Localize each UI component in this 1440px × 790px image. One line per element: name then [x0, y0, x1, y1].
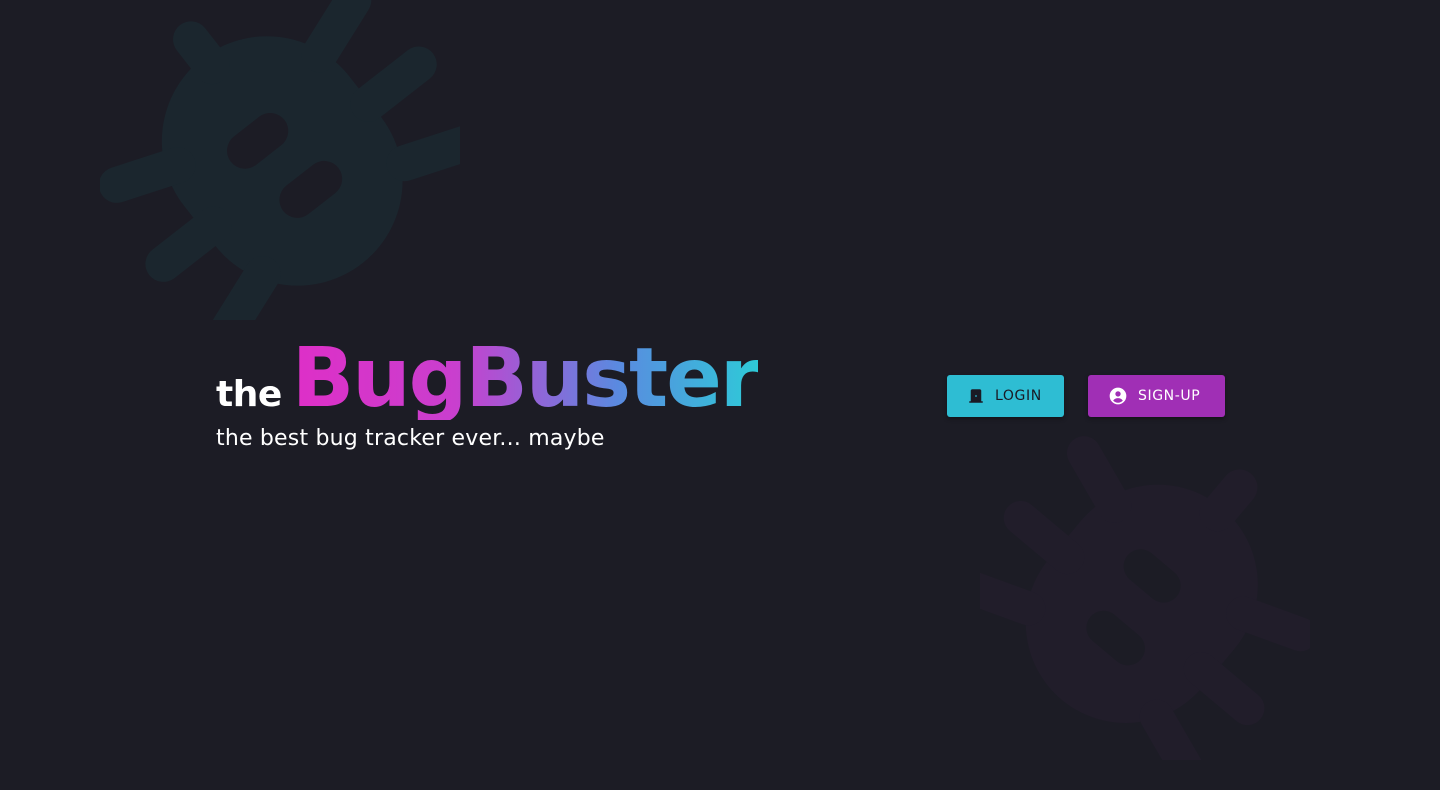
tagline: the best bug tracker ever... maybe [216, 426, 605, 451]
door-icon [967, 387, 985, 405]
background-bug-icon [100, 0, 460, 320]
signup-button[interactable]: SIGN-UP [1088, 375, 1225, 417]
hero: the BugBuster the best bug tracker ever.… [216, 331, 761, 452]
login-label: LOGIN [995, 388, 1042, 404]
brand-name: BugBuster [291, 331, 761, 426]
auth-buttons: LOGIN SIGN-UP [947, 375, 1225, 417]
signup-label: SIGN-UP [1138, 388, 1201, 404]
brand-title: the BugBuster [216, 331, 761, 426]
login-button[interactable]: LOGIN [947, 375, 1064, 417]
background-bug-icon [980, 436, 1310, 760]
landing-page: the BugBuster the best bug tracker ever.… [0, 0, 1440, 790]
brand-prefix: the [216, 374, 282, 415]
account-circle-icon [1108, 386, 1128, 406]
